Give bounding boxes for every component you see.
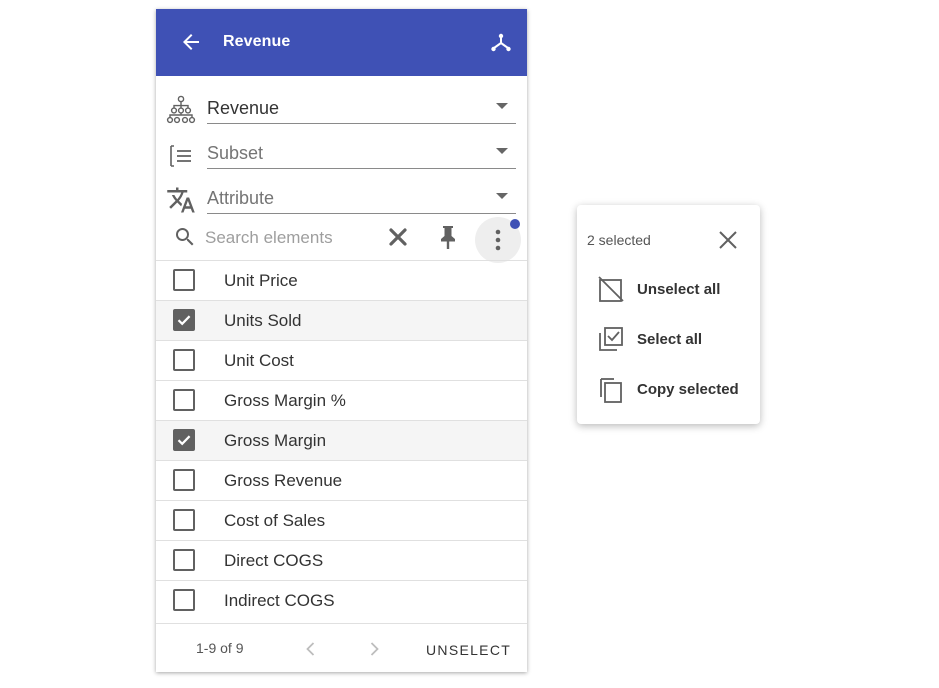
panel-header: Revenue xyxy=(156,9,527,76)
hierarchy-icon xyxy=(491,33,511,52)
element-picker-panel: Revenue Revenue Subset Attribute Search … xyxy=(156,9,527,672)
checkbox[interactable] xyxy=(173,269,195,291)
chevron-right-icon[interactable] xyxy=(362,637,386,661)
list-item-label: Gross Margin xyxy=(224,431,327,450)
back-button[interactable] xyxy=(178,29,204,55)
menu-item-unselect-all[interactable]: Unselect all xyxy=(577,267,760,311)
subset-select[interactable]: Subset xyxy=(207,136,516,169)
close-icon[interactable] xyxy=(717,229,739,251)
chevron-left-icon[interactable] xyxy=(299,637,323,661)
checkbox[interactable] xyxy=(173,589,195,611)
translate-icon xyxy=(167,187,195,213)
menu-item-copy-selected[interactable]: Copy selected xyxy=(577,367,760,411)
list-item-label: Gross Revenue xyxy=(224,471,343,490)
list-item-label: Unit Cost xyxy=(224,351,294,370)
checkbox[interactable] xyxy=(173,469,195,491)
checkbox[interactable] xyxy=(173,429,195,451)
hierarchy-button[interactable] xyxy=(489,31,513,55)
checkbox[interactable] xyxy=(173,389,195,411)
selected-count: 2 selected xyxy=(587,232,651,248)
menu-item-label: Copy selected xyxy=(637,381,739,398)
menu-item-select-all[interactable]: Select all xyxy=(577,317,760,361)
list-item-label: Indirect COGS xyxy=(224,591,335,610)
select-all-icon xyxy=(599,327,623,351)
attribute-select[interactable]: Attribute xyxy=(207,181,516,214)
selection-menu: 2 selected Unselect all Select all Copy … xyxy=(577,205,760,424)
page-title: Revenue xyxy=(223,33,291,50)
unselect-all-icon xyxy=(598,276,624,302)
clear-search-icon[interactable] xyxy=(386,225,410,249)
list-item[interactable]: Gross Margin % xyxy=(156,381,527,421)
list-item[interactable]: Units Sold xyxy=(156,301,527,341)
checkbox[interactable] xyxy=(173,549,195,571)
list-item[interactable]: Gross Revenue xyxy=(156,461,527,501)
list-item-label: Units Sold xyxy=(224,311,302,330)
hierarchy-select[interactable]: Revenue xyxy=(207,91,516,124)
chevron-down-icon xyxy=(496,148,508,154)
pagination-footer: 1-9 of 9 UNSELECT xyxy=(156,623,527,673)
menu-item-label: Unselect all xyxy=(637,281,721,298)
subset-select-placeholder: Subset xyxy=(207,143,264,163)
hierarchy-selector-row: Revenue xyxy=(156,85,527,130)
chevron-down-icon xyxy=(496,193,508,199)
hierarchy-select-value: Revenue xyxy=(207,98,280,118)
menu-item-label: Select all xyxy=(637,331,703,348)
checkbox[interactable] xyxy=(173,309,195,331)
search-input[interactable] xyxy=(205,226,365,250)
notification-dot xyxy=(510,219,520,229)
list-item[interactable]: Cost of Sales xyxy=(156,501,527,541)
copy-icon xyxy=(600,378,622,403)
pin-icon[interactable] xyxy=(437,224,459,250)
list-item[interactable]: Unit Cost xyxy=(156,341,527,381)
checkbox[interactable] xyxy=(173,509,195,531)
list-item-label: Cost of Sales xyxy=(224,511,326,530)
subset-list-icon xyxy=(170,145,191,167)
list-item[interactable]: Direct COGS xyxy=(156,541,527,581)
list-item[interactable]: Unit Price xyxy=(156,261,527,301)
attribute-select-placeholder: Attribute xyxy=(207,188,275,208)
hierarchy-tree-icon xyxy=(166,95,196,124)
element-list: Unit Price Units Sold Unit Cost Gross Ma… xyxy=(156,260,527,621)
list-item-label: Unit Price xyxy=(224,271,298,290)
check-icon xyxy=(177,435,191,446)
search-row xyxy=(156,213,527,263)
unselect-button[interactable]: UNSELECT xyxy=(426,642,511,658)
chevron-down-icon xyxy=(496,103,508,109)
list-item-label: Direct COGS xyxy=(224,551,324,570)
page-range: 1-9 of 9 xyxy=(196,640,244,656)
search-icon xyxy=(176,228,194,246)
list-item[interactable]: Indirect COGS xyxy=(156,581,527,621)
checkbox[interactable] xyxy=(173,349,195,371)
subset-selector-row: Subset xyxy=(156,130,527,175)
list-item-label: Gross Margin % xyxy=(224,391,346,410)
arrow-left-icon xyxy=(183,34,199,50)
check-icon xyxy=(177,315,191,326)
list-item[interactable]: Gross Margin xyxy=(156,421,527,461)
